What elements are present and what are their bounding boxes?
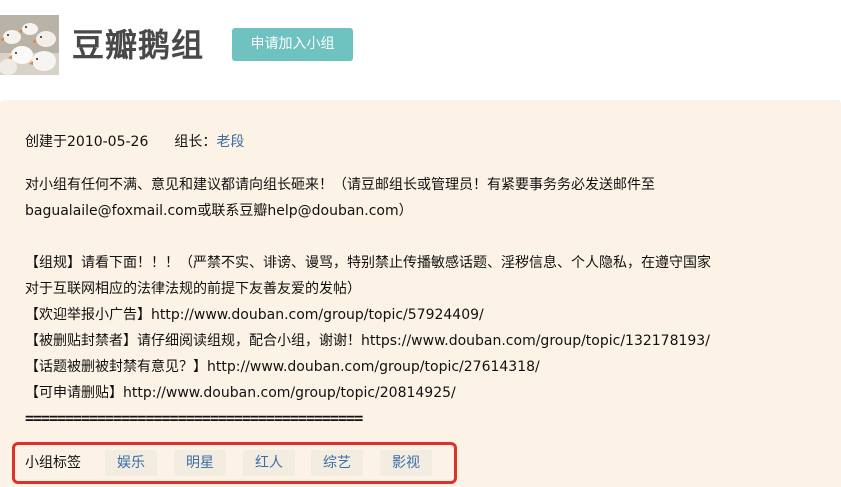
separator-line: ========================================… xyxy=(25,409,363,427)
description-line: 【欢迎举报小广告】http://www.douban.com/group/top… xyxy=(25,307,484,323)
leader-name-link[interactable]: 老段 xyxy=(216,134,244,150)
group-tags-highlight: 小组标签 娱乐 明星 红人 综艺 影视 xyxy=(12,442,457,484)
description-line: 对小组有任何不满、意见和建议都请向组长砸来！（请豆邮组长或管理员！有紧要事务务必… xyxy=(25,177,655,193)
group-description: 对小组有任何不满、意见和建议都请向组长砸来！（请豆邮组长或管理员！有紧要事务务必… xyxy=(25,172,825,430)
leader-label: 组长： xyxy=(174,134,217,150)
description-line: 对于互联网相应的法律法规的前提下友善友爱的发帖） xyxy=(25,281,361,297)
tag-influencer[interactable]: 红人 xyxy=(243,450,295,476)
description-line: bagualaile@foxmail.com或联系豆瓣help@douban.c… xyxy=(25,203,413,219)
group-meta: 创建于2010-05-26 组长：老段 xyxy=(25,130,244,154)
join-group-button[interactable]: 申请加入小组 xyxy=(232,28,353,61)
tag-variety-show[interactable]: 综艺 xyxy=(311,450,363,476)
group-title: 豆瓣鹅组 xyxy=(72,26,205,64)
tag-film-tv[interactable]: 影视 xyxy=(380,450,432,476)
created-date: 创建于2010-05-26 xyxy=(25,134,149,150)
tag-entertainment[interactable]: 娱乐 xyxy=(105,450,157,476)
description-line: 【话题被删被封禁有意见？】http://www.douban.com/group… xyxy=(25,359,540,375)
description-line: 【可申请删贴】http://www.douban.com/group/topic… xyxy=(25,385,456,401)
tags-label: 小组标签 xyxy=(25,455,81,471)
group-avatar[interactable] xyxy=(0,15,59,75)
geese-avatar-image xyxy=(0,15,59,75)
group-header: 豆瓣鹅组 申请加入小组 xyxy=(0,15,841,75)
description-blank-line xyxy=(25,224,825,250)
group-info-panel: 创建于2010-05-26 组长：老段 对小组有任何不满、意见和建议都请向组长砸来… xyxy=(0,100,841,487)
tag-celebrity[interactable]: 明星 xyxy=(174,450,226,476)
description-line: 【被删贴封禁者】请仔细阅读组规，配合小组，谢谢！https://www.doub… xyxy=(25,333,710,349)
description-line: 【组规】请看下面！！！（严禁不实、诽谤、谩骂，特别禁止传播敏感话题、淫秽信息、个… xyxy=(25,255,711,271)
